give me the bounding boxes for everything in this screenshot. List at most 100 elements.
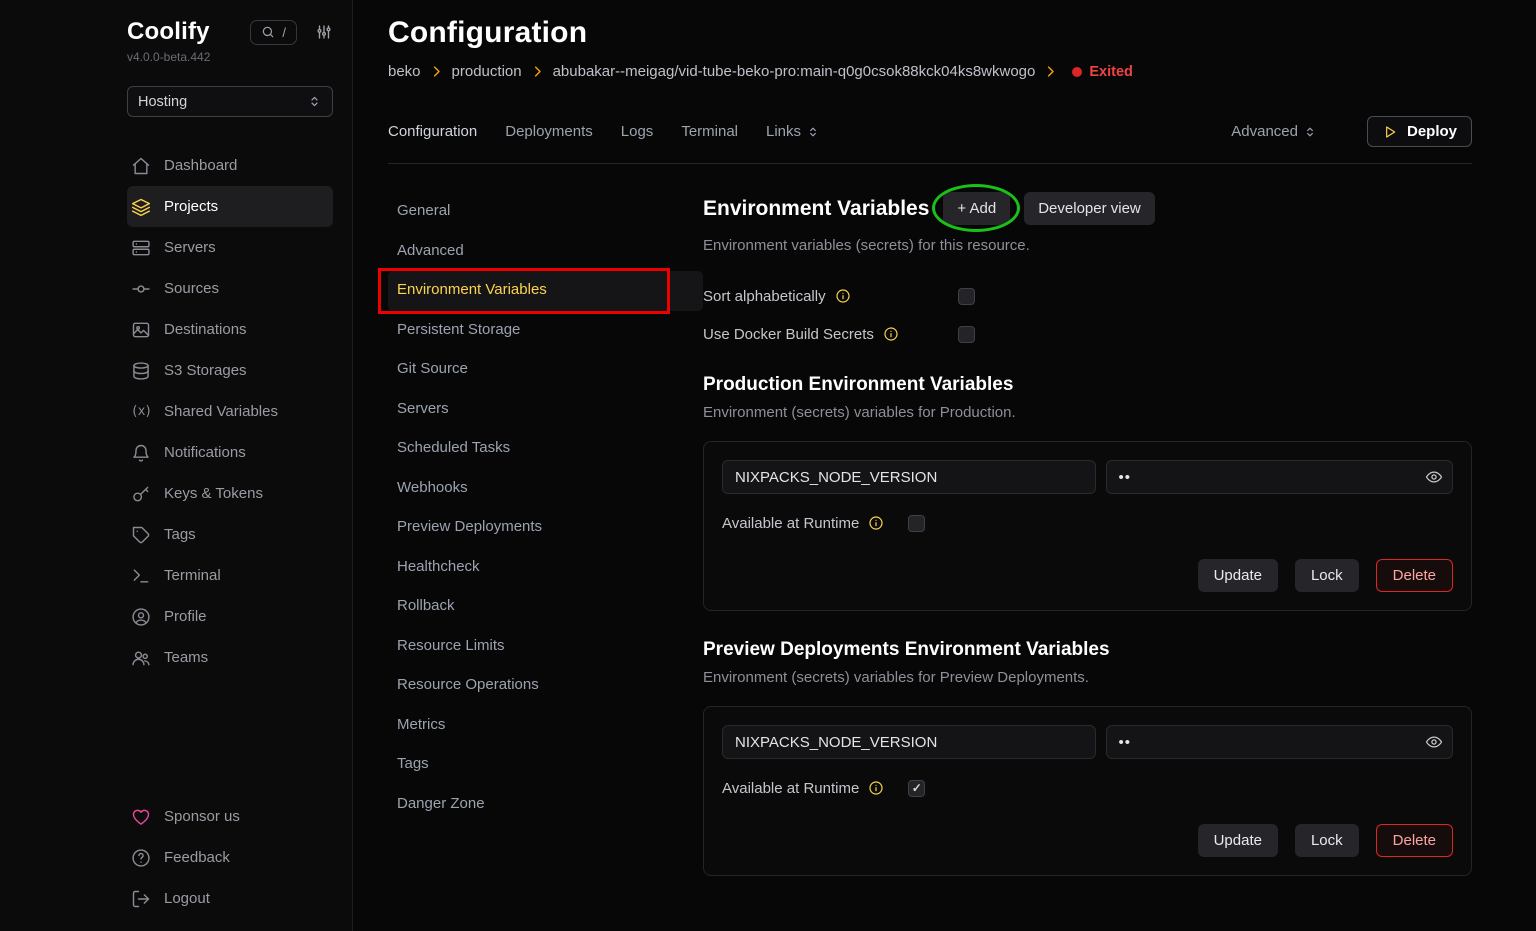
- subnav-item-resource-operations[interactable]: Resource Operations: [388, 666, 703, 706]
- sidebar-item-feedback[interactable]: Feedback: [127, 837, 333, 878]
- env-name-input[interactable]: [722, 725, 1096, 759]
- eye-icon[interactable]: [1425, 733, 1443, 751]
- subnav-item-git-source[interactable]: Git Source: [388, 350, 703, 390]
- tab-deployments[interactable]: Deployments: [505, 123, 593, 140]
- env-inputs-row: [722, 460, 1453, 494]
- status-label: Exited: [1089, 64, 1133, 80]
- lock-button[interactable]: Lock: [1295, 824, 1359, 857]
- env-value-wrap: [1106, 460, 1454, 494]
- update-button[interactable]: Update: [1198, 824, 1278, 857]
- subnav-item-preview-deployments[interactable]: Preview Deployments: [388, 508, 703, 548]
- production-section-subtitle: Environment (secrets) variables for Prod…: [703, 404, 1472, 421]
- sidebar-item-logout[interactable]: Logout: [127, 878, 333, 919]
- sidebar-item-s3-storages[interactable]: S3 Storages: [127, 350, 333, 391]
- delete-button[interactable]: Delete: [1376, 559, 1453, 592]
- app-version: v4.0.0-beta.442: [127, 50, 333, 64]
- subnav-item-danger-zone[interactable]: Danger Zone: [388, 785, 703, 825]
- subnav-item-persistent-storage[interactable]: Persistent Storage: [388, 311, 703, 351]
- delete-button[interactable]: Delete: [1376, 824, 1453, 857]
- team-select-value: Hosting: [138, 94, 187, 110]
- sidebar-item-label: Tags: [164, 526, 196, 543]
- available-at-runtime-checkbox[interactable]: [908, 780, 925, 797]
- team-select[interactable]: Hosting: [127, 86, 333, 117]
- tab-links[interactable]: Links: [766, 123, 820, 140]
- sidebar-item-keys-tokens[interactable]: Keys & Tokens: [127, 473, 333, 514]
- info-icon[interactable]: [868, 515, 884, 531]
- production-env-card: Available at Runtime Update Lock Delete: [703, 441, 1472, 611]
- runtime-label: Available at Runtime: [722, 515, 859, 532]
- info-icon[interactable]: [868, 780, 884, 796]
- info-icon[interactable]: [835, 288, 851, 304]
- search-button[interactable]: /: [250, 20, 297, 45]
- sidebar-item-projects[interactable]: Projects: [127, 186, 333, 227]
- subnav-item-healthcheck[interactable]: Healthcheck: [388, 548, 703, 588]
- add-variable-button[interactable]: + Add: [943, 192, 1010, 225]
- subnav-item-metrics[interactable]: Metrics: [388, 706, 703, 746]
- subnav-item-servers[interactable]: Servers: [388, 390, 703, 430]
- chevron-right-icon: [530, 64, 545, 79]
- breadcrumb-resource[interactable]: abubakar--meigag/vid-tube-beko-pro:main-…: [553, 63, 1036, 80]
- breadcrumb-project[interactable]: beko: [388, 63, 421, 80]
- lock-button[interactable]: Lock: [1295, 559, 1359, 592]
- sliders-icon: [315, 23, 333, 41]
- available-at-runtime-row: Available at Runtime: [722, 511, 1453, 535]
- sidebar-footer-nav: Sponsor us Feedback Logout: [127, 796, 333, 919]
- runtime-label: Available at Runtime: [722, 780, 859, 797]
- variable-icon: (x): [131, 404, 151, 419]
- logo-row: Coolify /: [127, 18, 333, 46]
- env-value-input[interactable]: [1106, 460, 1454, 494]
- sidebar-item-terminal[interactable]: Terminal: [127, 555, 333, 596]
- sidebar-item-label: Sponsor us: [164, 808, 240, 825]
- card-actions: Update Lock Delete: [722, 824, 1453, 857]
- sidebar-item-label: Shared Variables: [164, 403, 278, 420]
- available-at-runtime-checkbox[interactable]: [908, 515, 925, 532]
- info-icon[interactable]: [883, 326, 899, 342]
- subnav-item-tags[interactable]: Tags: [388, 745, 703, 785]
- tab-configuration[interactable]: Configuration: [388, 123, 477, 140]
- sidebar-item-label: Destinations: [164, 321, 247, 338]
- sidebar-item-servers[interactable]: Servers: [127, 227, 333, 268]
- deploy-button[interactable]: Deploy: [1367, 116, 1472, 147]
- coolify-app: { "sidebar": { "logo": "Coolify", "versi…: [0, 0, 1536, 931]
- sidebar-item-destinations[interactable]: Destinations: [127, 309, 333, 350]
- update-button[interactable]: Update: [1198, 559, 1278, 592]
- subnav-item-resource-limits[interactable]: Resource Limits: [388, 627, 703, 667]
- env-options: Sort alphabetically Use Docker Build Sec…: [703, 270, 1472, 346]
- subnav-item-rollback[interactable]: Rollback: [388, 587, 703, 627]
- eye-icon[interactable]: [1425, 468, 1443, 486]
- search-icon: [261, 25, 275, 39]
- sidebar-item-label: Sources: [164, 280, 219, 297]
- sidebar-item-tags[interactable]: Tags: [127, 514, 333, 555]
- sidebar-item-sources[interactable]: Sources: [127, 268, 333, 309]
- sidebar-item-sponsor-us[interactable]: Sponsor us: [127, 796, 333, 837]
- play-icon: [1382, 124, 1398, 140]
- sort-alphabetically-checkbox[interactable]: [958, 288, 975, 305]
- sidebar-item-notifications[interactable]: Notifications: [127, 432, 333, 473]
- subnav-item-webhooks[interactable]: Webhooks: [388, 469, 703, 509]
- settings-sliders-button[interactable]: [315, 23, 333, 41]
- sidebar-item-profile[interactable]: Profile: [127, 596, 333, 637]
- key-icon: [131, 484, 151, 504]
- configuration-content: General Advanced Environment Variables P…: [388, 192, 1472, 931]
- env-name-input[interactable]: [722, 460, 1096, 494]
- subnav-item-scheduled-tasks[interactable]: Scheduled Tasks: [388, 429, 703, 469]
- sort-label: Sort alphabetically: [703, 288, 826, 305]
- profile-icon: [131, 607, 151, 627]
- sidebar-item-label: Logout: [164, 890, 210, 907]
- tab-terminal[interactable]: Terminal: [681, 123, 738, 140]
- card-actions: Update Lock Delete: [722, 559, 1453, 592]
- advanced-dropdown[interactable]: Advanced: [1231, 123, 1317, 140]
- add-button-wrap: + Add: [943, 192, 1010, 225]
- subnav-item-advanced[interactable]: Advanced: [388, 232, 703, 272]
- sidebar-item-teams[interactable]: Teams: [127, 637, 333, 678]
- subnav-item-environment-variables[interactable]: Environment Variables: [388, 271, 703, 311]
- sidebar-nav: Dashboard Projects Servers Sources Desti…: [127, 145, 333, 678]
- sidebar-item-shared-variables[interactable]: (x) Shared Variables: [127, 391, 333, 432]
- subnav-item-general[interactable]: General: [388, 192, 703, 232]
- sidebar-item-dashboard[interactable]: Dashboard: [127, 145, 333, 186]
- tab-logs[interactable]: Logs: [621, 123, 654, 140]
- developer-view-button[interactable]: Developer view: [1024, 192, 1155, 225]
- env-value-input[interactable]: [1106, 725, 1454, 759]
- docker-build-secrets-checkbox[interactable]: [958, 326, 975, 343]
- breadcrumb-environment[interactable]: production: [452, 63, 522, 80]
